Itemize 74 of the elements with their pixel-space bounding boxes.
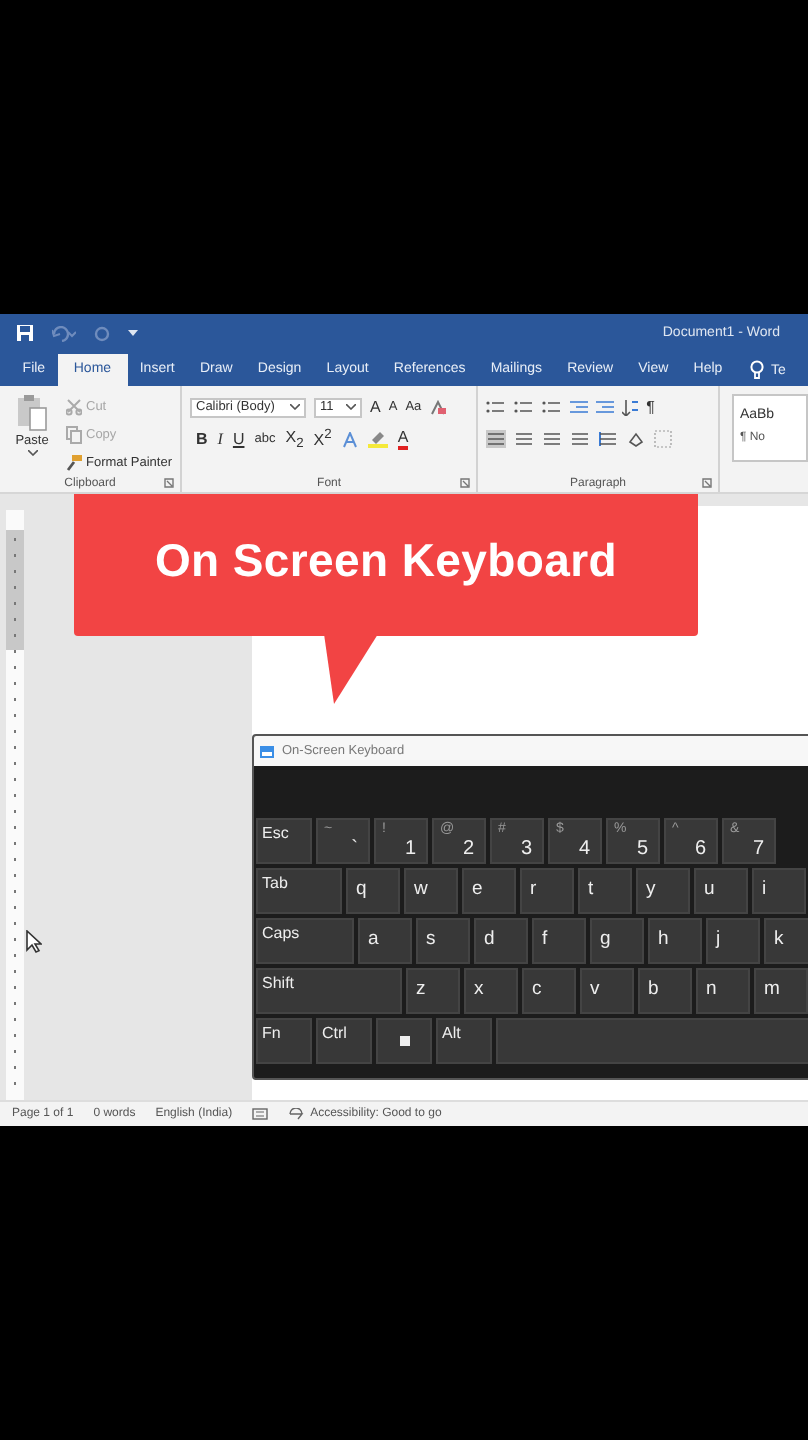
align-right-icon[interactable] xyxy=(542,430,563,448)
macro-record-icon[interactable] xyxy=(252,1108,269,1120)
keyboard-key[interactable]: Alt xyxy=(436,1018,492,1064)
keyboard-key[interactable]: y xyxy=(636,868,690,914)
windows-key[interactable] xyxy=(376,1018,432,1064)
dialog-launcher-icon[interactable] xyxy=(460,478,471,488)
decrease-indent-icon[interactable] xyxy=(570,400,589,414)
keyboard-key[interactable]: Caps xyxy=(256,918,354,964)
keyboard-key[interactable]: u xyxy=(694,868,748,914)
keyboard-key[interactable]: t xyxy=(578,868,632,914)
keyboard-key[interactable]: k xyxy=(764,918,808,964)
keyboard-key[interactable]: r xyxy=(520,868,574,914)
superscript-button[interactable]: X$^{2}$ xyxy=(313,428,332,450)
paste-icon[interactable] xyxy=(16,394,48,432)
text-effects-icon[interactable] xyxy=(341,431,358,447)
numbered-list-icon[interactable] xyxy=(514,400,535,414)
keyboard-app-icon xyxy=(260,745,274,757)
clear-formatting-icon[interactable] xyxy=(429,399,446,415)
dialog-launcher-icon[interactable] xyxy=(164,478,174,488)
highlighter-icon[interactable] xyxy=(367,430,388,448)
multilevel-list-icon[interactable] xyxy=(542,400,563,414)
keyboard-key[interactable]: a xyxy=(358,918,412,964)
lightbulb-icon[interactable] xyxy=(750,360,765,380)
subscript-button[interactable]: X$_{2}$ xyxy=(285,427,304,451)
keyboard-key[interactable]: Ctrl xyxy=(316,1018,372,1064)
save-icon[interactable] xyxy=(16,324,34,342)
mouse-cursor-icon xyxy=(26,930,42,954)
keyboard-key[interactable]: e xyxy=(462,868,516,914)
undo-icon[interactable] xyxy=(52,325,76,341)
sort-icon[interactable] xyxy=(622,399,639,415)
shading-icon[interactable] xyxy=(626,430,647,448)
line-spacing-icon[interactable] xyxy=(598,430,619,448)
keyboard-key[interactable]: m xyxy=(754,968,808,1014)
keyboard-key[interactable]: Shift xyxy=(256,968,402,1014)
keyboard-key[interactable]: h xyxy=(648,918,702,964)
align-center-icon[interactable] xyxy=(514,430,535,448)
keyboard-key[interactable]: Fn xyxy=(256,1018,312,1064)
keyboard-key[interactable]: q xyxy=(346,868,400,914)
keyboard-key[interactable]: Tab xyxy=(256,868,342,914)
scissors-icon[interactable] xyxy=(66,397,82,415)
keyboard-key[interactable]: x xyxy=(464,968,518,1014)
keyboard-key[interactable]: c xyxy=(522,968,576,1014)
font-color-button[interactable]: A xyxy=(397,429,409,449)
caret-icon xyxy=(290,404,300,410)
paintbrush-icon[interactable] xyxy=(66,453,82,471)
copy-icon[interactable] xyxy=(66,425,82,443)
grow-font-button[interactable]: A xyxy=(370,398,381,416)
dialog-launcher-icon[interactable] xyxy=(701,478,712,488)
justify-icon[interactable] xyxy=(570,430,591,448)
increase-indent-icon[interactable] xyxy=(596,400,615,414)
keyboard-key[interactable]: w xyxy=(404,868,458,914)
keyboard-key[interactable]: g xyxy=(590,918,644,964)
customize-icon[interactable] xyxy=(128,329,138,337)
bullet-list-icon[interactable] xyxy=(486,400,507,414)
keyboard-key[interactable]: f xyxy=(532,918,586,964)
windows-icon xyxy=(399,1036,409,1046)
underline-button[interactable]: U xyxy=(232,430,245,448)
keyboard-key[interactable]: d xyxy=(474,918,528,964)
keyboard-key[interactable]: z xyxy=(406,968,460,1014)
keyboard-key[interactable]: n xyxy=(696,968,750,1014)
keyboard-key[interactable]: s xyxy=(416,918,470,964)
keyboard-key[interactable]: b xyxy=(638,968,692,1014)
bold-button[interactable]: B xyxy=(196,430,208,448)
caret-icon[interactable] xyxy=(27,450,37,456)
callout-text: On Screen Keyboard xyxy=(154,534,618,588)
keyboard-key[interactable]: v xyxy=(580,968,634,1014)
keyboard-key[interactable]: Esc xyxy=(256,818,312,864)
keyboard-key[interactable]: i xyxy=(752,868,806,914)
caret-icon xyxy=(346,404,356,410)
italic-button[interactable]: I xyxy=(217,430,223,448)
align-left-icon[interactable] xyxy=(486,430,507,448)
accessibility-icon[interactable] xyxy=(288,1108,305,1120)
keyboard-key[interactable]: j xyxy=(706,918,760,964)
show-marks-button[interactable]: ¶ xyxy=(646,398,655,416)
